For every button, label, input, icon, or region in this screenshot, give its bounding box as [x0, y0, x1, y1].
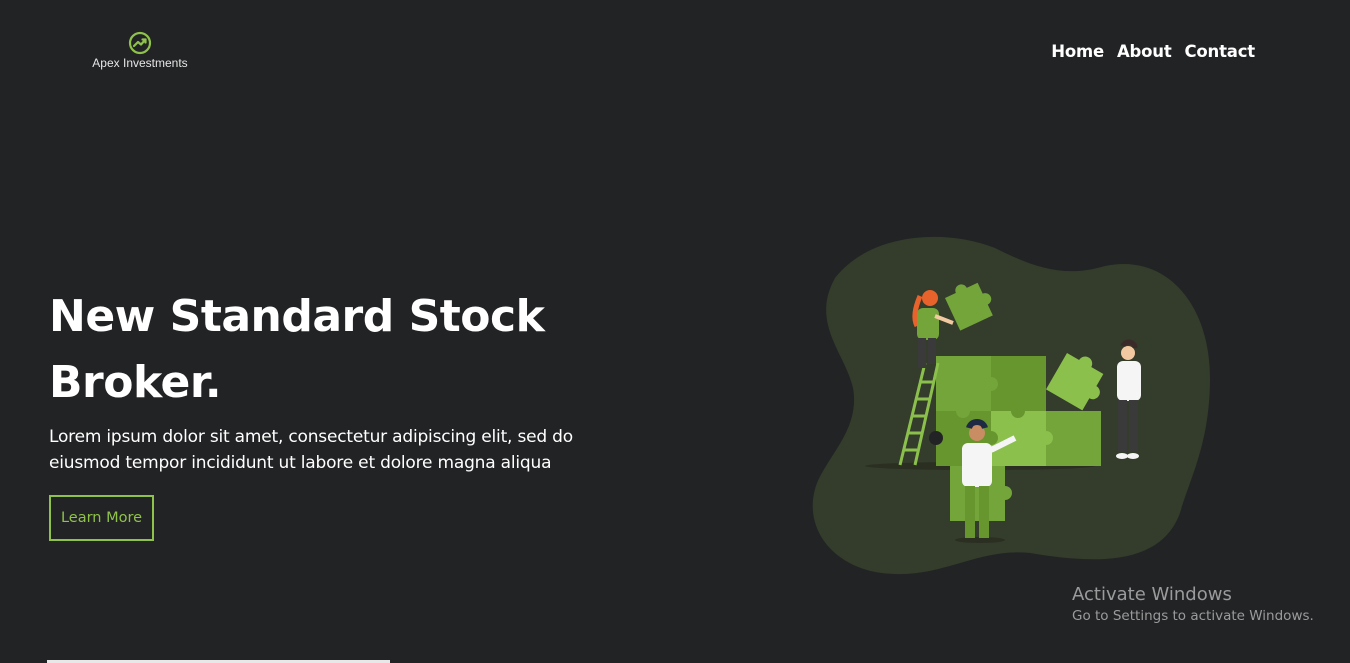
trending-up-icon [128, 31, 152, 55]
puzzle-team-illustration [812, 236, 1210, 575]
nav-link-home[interactable]: Home [1051, 42, 1104, 61]
learn-more-button[interactable]: Learn More [49, 495, 154, 541]
hero-title: New Standard Stock Broker. [49, 291, 545, 408]
watermark-title: Activate Windows [1072, 584, 1232, 605]
hero-subtitle: Lorem ipsum dolor sit amet, consectetur … [49, 427, 573, 473]
brand-name: Apex Investments [92, 56, 188, 70]
nav-link-contact[interactable]: Contact [1185, 42, 1256, 61]
brand-logo[interactable]: Apex Investments [86, 31, 194, 70]
windows-activation-watermark: Activate Windows Go to Settings to activ… [1072, 584, 1314, 624]
watermark-subtitle: Go to Settings to activate Windows. [1072, 608, 1314, 624]
main-nav: Home About Contact [1051, 42, 1255, 61]
nav-link-about[interactable]: About [1117, 42, 1172, 61]
